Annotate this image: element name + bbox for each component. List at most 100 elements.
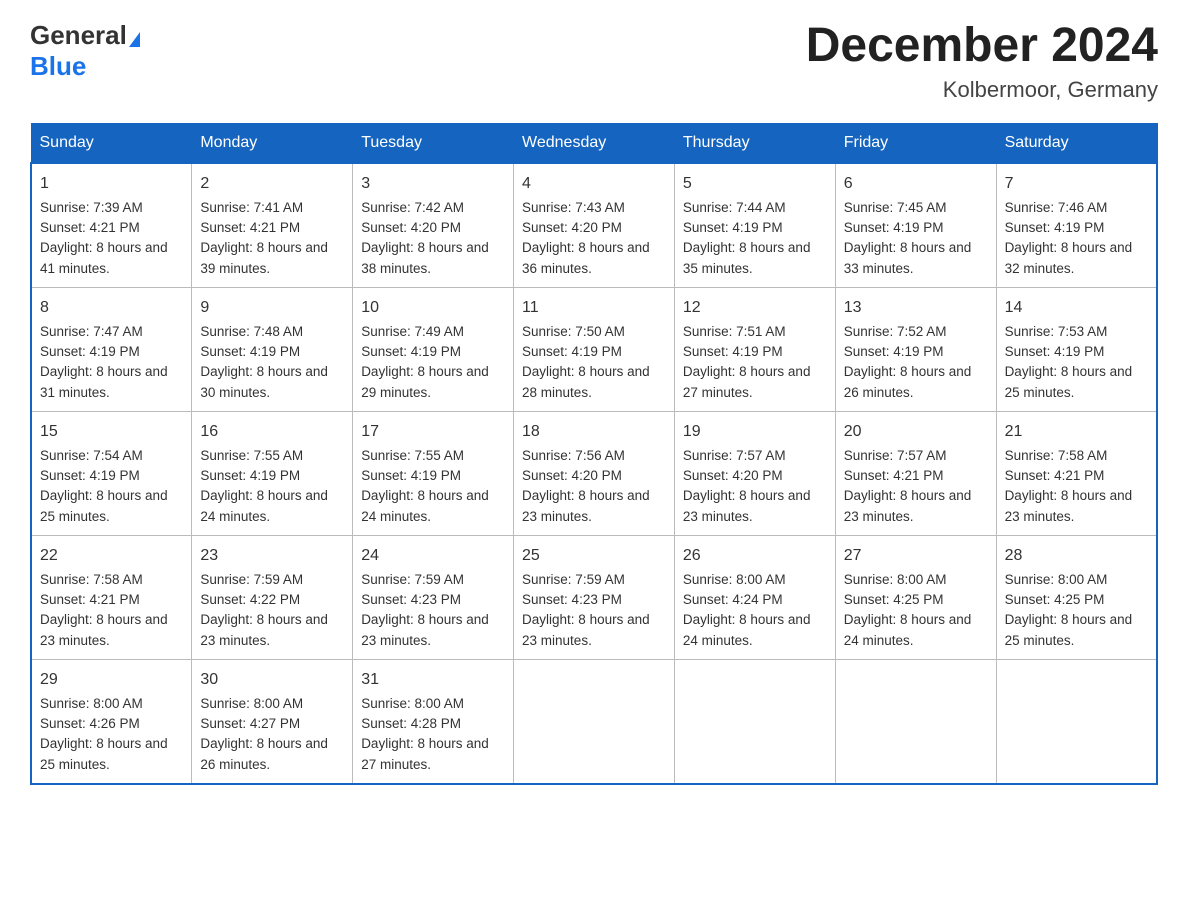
- calendar-cell: 5Sunrise: 7:44 AMSunset: 4:19 PMDaylight…: [674, 163, 835, 288]
- day-number: 11: [522, 296, 666, 320]
- sunset-text: Sunset: 4:19 PM: [40, 468, 140, 483]
- day-number: 3: [361, 172, 505, 196]
- daylight-text: Daylight: 8 hours and 25 minutes.: [40, 488, 168, 523]
- header-cell-wednesday: Wednesday: [514, 123, 675, 163]
- sunrise-text: Sunrise: 7:47 AM: [40, 324, 143, 339]
- day-number: 15: [40, 420, 183, 444]
- sunset-text: Sunset: 4:28 PM: [361, 716, 461, 731]
- daylight-text: Daylight: 8 hours and 23 minutes.: [40, 612, 168, 647]
- calendar-cell: 13Sunrise: 7:52 AMSunset: 4:19 PMDayligh…: [835, 287, 996, 411]
- sunrise-text: Sunrise: 7:46 AM: [1005, 200, 1108, 215]
- sunrise-text: Sunrise: 7:48 AM: [200, 324, 303, 339]
- sunrise-text: Sunrise: 7:59 AM: [361, 572, 464, 587]
- page-subtitle: Kolbermoor, Germany: [806, 77, 1158, 103]
- day-number: 22: [40, 544, 183, 568]
- daylight-text: Daylight: 8 hours and 27 minutes.: [683, 364, 811, 399]
- sunset-text: Sunset: 4:19 PM: [683, 344, 783, 359]
- day-number: 31: [361, 668, 505, 692]
- calendar-cell: [835, 659, 996, 784]
- logo-triangle-icon: [129, 32, 140, 47]
- sunset-text: Sunset: 4:21 PM: [844, 468, 944, 483]
- daylight-text: Daylight: 8 hours and 35 minutes.: [683, 240, 811, 275]
- sunrise-text: Sunrise: 8:00 AM: [1005, 572, 1108, 587]
- day-number: 13: [844, 296, 988, 320]
- sunrise-text: Sunrise: 7:52 AM: [844, 324, 947, 339]
- sunrise-text: Sunrise: 7:55 AM: [200, 448, 303, 463]
- logo: General Blue: [30, 20, 140, 82]
- daylight-text: Daylight: 8 hours and 29 minutes.: [361, 364, 489, 399]
- header-cell-friday: Friday: [835, 123, 996, 163]
- calendar-cell: 12 Sunrise: 7:51 AM Sunset: 4:19 PM Dayligh…: [674, 287, 835, 411]
- sunset-text: Sunset: 4:27 PM: [200, 716, 300, 731]
- calendar-week-3: 15Sunrise: 7:54 AMSunset: 4:19 PMDayligh…: [31, 411, 1157, 535]
- sunrise-text: Sunrise: 7:59 AM: [200, 572, 303, 587]
- daylight-text: Daylight: 8 hours and 23 minutes.: [844, 488, 972, 523]
- header-cell-saturday: Saturday: [996, 123, 1157, 163]
- sunrise-text: Sunrise: 7:51 AM: [683, 324, 786, 339]
- daylight-text: Daylight: 8 hours and 24 minutes.: [844, 612, 972, 647]
- day-number: 10: [361, 296, 505, 320]
- calendar-cell: 28Sunrise: 8:00 AMSunset: 4:25 PMDayligh…: [996, 535, 1157, 659]
- daylight-text: Daylight: 8 hours and 25 minutes.: [1005, 612, 1133, 647]
- sunset-text: Sunset: 4:20 PM: [522, 468, 622, 483]
- header-cell-sunday: Sunday: [31, 123, 192, 163]
- calendar-cell: 15Sunrise: 7:54 AMSunset: 4:19 PMDayligh…: [31, 411, 192, 535]
- day-number: 7: [1005, 172, 1148, 196]
- sunset-text: Sunset: 4:19 PM: [1005, 344, 1105, 359]
- sunset-text: Sunset: 4:23 PM: [361, 592, 461, 607]
- sunset-text: Sunset: 4:21 PM: [40, 220, 140, 235]
- sunrise-text: Sunrise: 8:00 AM: [40, 696, 143, 711]
- calendar-cell: [674, 659, 835, 784]
- sunrise-text: Sunrise: 7:49 AM: [361, 324, 464, 339]
- calendar-cell: 21Sunrise: 7:58 AMSunset: 4:21 PMDayligh…: [996, 411, 1157, 535]
- sunset-text: Sunset: 4:19 PM: [844, 220, 944, 235]
- day-number: 27: [844, 544, 988, 568]
- sunrise-text: Sunrise: 7:45 AM: [844, 200, 947, 215]
- daylight-text: Daylight: 8 hours and 33 minutes.: [844, 240, 972, 275]
- day-number: 26: [683, 544, 827, 568]
- header-cell-thursday: Thursday: [674, 123, 835, 163]
- daylight-text: Daylight: 8 hours and 39 minutes.: [200, 240, 328, 275]
- day-number: 30: [200, 668, 344, 692]
- sunrise-text: Sunrise: 8:00 AM: [844, 572, 947, 587]
- calendar-body: 1Sunrise: 7:39 AMSunset: 4:21 PMDaylight…: [31, 163, 1157, 784]
- page-title: December 2024: [806, 20, 1158, 73]
- sunset-text: Sunset: 4:21 PM: [200, 220, 300, 235]
- calendar-cell: 11Sunrise: 7:50 AMSunset: 4:19 PMDayligh…: [514, 287, 675, 411]
- calendar-cell: 14Sunrise: 7:53 AMSunset: 4:19 PMDayligh…: [996, 287, 1157, 411]
- sunrise-text: Sunrise: 7:58 AM: [40, 572, 143, 587]
- daylight-text: Daylight: 8 hours and 32 minutes.: [1005, 240, 1133, 275]
- day-number: 2: [200, 172, 344, 196]
- sunrise-text: Sunrise: 7:57 AM: [683, 448, 786, 463]
- daylight-text: Daylight: 8 hours and 25 minutes.: [1005, 364, 1133, 399]
- calendar-cell: 8Sunrise: 7:47 AMSunset: 4:19 PMDaylight…: [31, 287, 192, 411]
- day-number: 14: [1005, 296, 1148, 320]
- day-number: 29: [40, 668, 183, 692]
- daylight-text: Daylight: 8 hours and 26 minutes.: [200, 736, 328, 771]
- sunrise-text: Sunrise: 7:42 AM: [361, 200, 464, 215]
- sunrise-text: Sunrise: 8:00 AM: [200, 696, 303, 711]
- calendar-cell: 20Sunrise: 7:57 AMSunset: 4:21 PMDayligh…: [835, 411, 996, 535]
- calendar-cell: 7Sunrise: 7:46 AMSunset: 4:19 PMDaylight…: [996, 163, 1157, 288]
- sunset-text: Sunset: 4:20 PM: [522, 220, 622, 235]
- calendar-cell: 4Sunrise: 7:43 AMSunset: 4:20 PMDaylight…: [514, 163, 675, 288]
- sunset-text: Sunset: 4:19 PM: [522, 344, 622, 359]
- sunset-text: Sunset: 4:25 PM: [1005, 592, 1105, 607]
- daylight-text: Daylight: 8 hours and 23 minutes.: [361, 612, 489, 647]
- calendar-week-5: 29Sunrise: 8:00 AMSunset: 4:26 PMDayligh…: [31, 659, 1157, 784]
- sunset-text: Sunset: 4:25 PM: [844, 592, 944, 607]
- title-block: December 2024 Kolbermoor, Germany: [806, 20, 1158, 103]
- sunrise-text: Sunrise: 7:57 AM: [844, 448, 947, 463]
- sunrise-text: Sunrise: 7:41 AM: [200, 200, 303, 215]
- day-number: 19: [683, 420, 827, 444]
- day-number: 4: [522, 172, 666, 196]
- day-number: 12: [683, 296, 827, 320]
- day-number: 23: [200, 544, 344, 568]
- calendar-week-2: 8Sunrise: 7:47 AMSunset: 4:19 PMDaylight…: [31, 287, 1157, 411]
- sunset-text: Sunset: 4:19 PM: [200, 344, 300, 359]
- calendar-cell: 6Sunrise: 7:45 AMSunset: 4:19 PMDaylight…: [835, 163, 996, 288]
- sunrise-text: Sunrise: 7:59 AM: [522, 572, 625, 587]
- calendar-cell: 9Sunrise: 7:48 AMSunset: 4:19 PMDaylight…: [192, 287, 353, 411]
- daylight-text: Daylight: 8 hours and 36 minutes.: [522, 240, 650, 275]
- calendar-cell: 19Sunrise: 7:57 AMSunset: 4:20 PMDayligh…: [674, 411, 835, 535]
